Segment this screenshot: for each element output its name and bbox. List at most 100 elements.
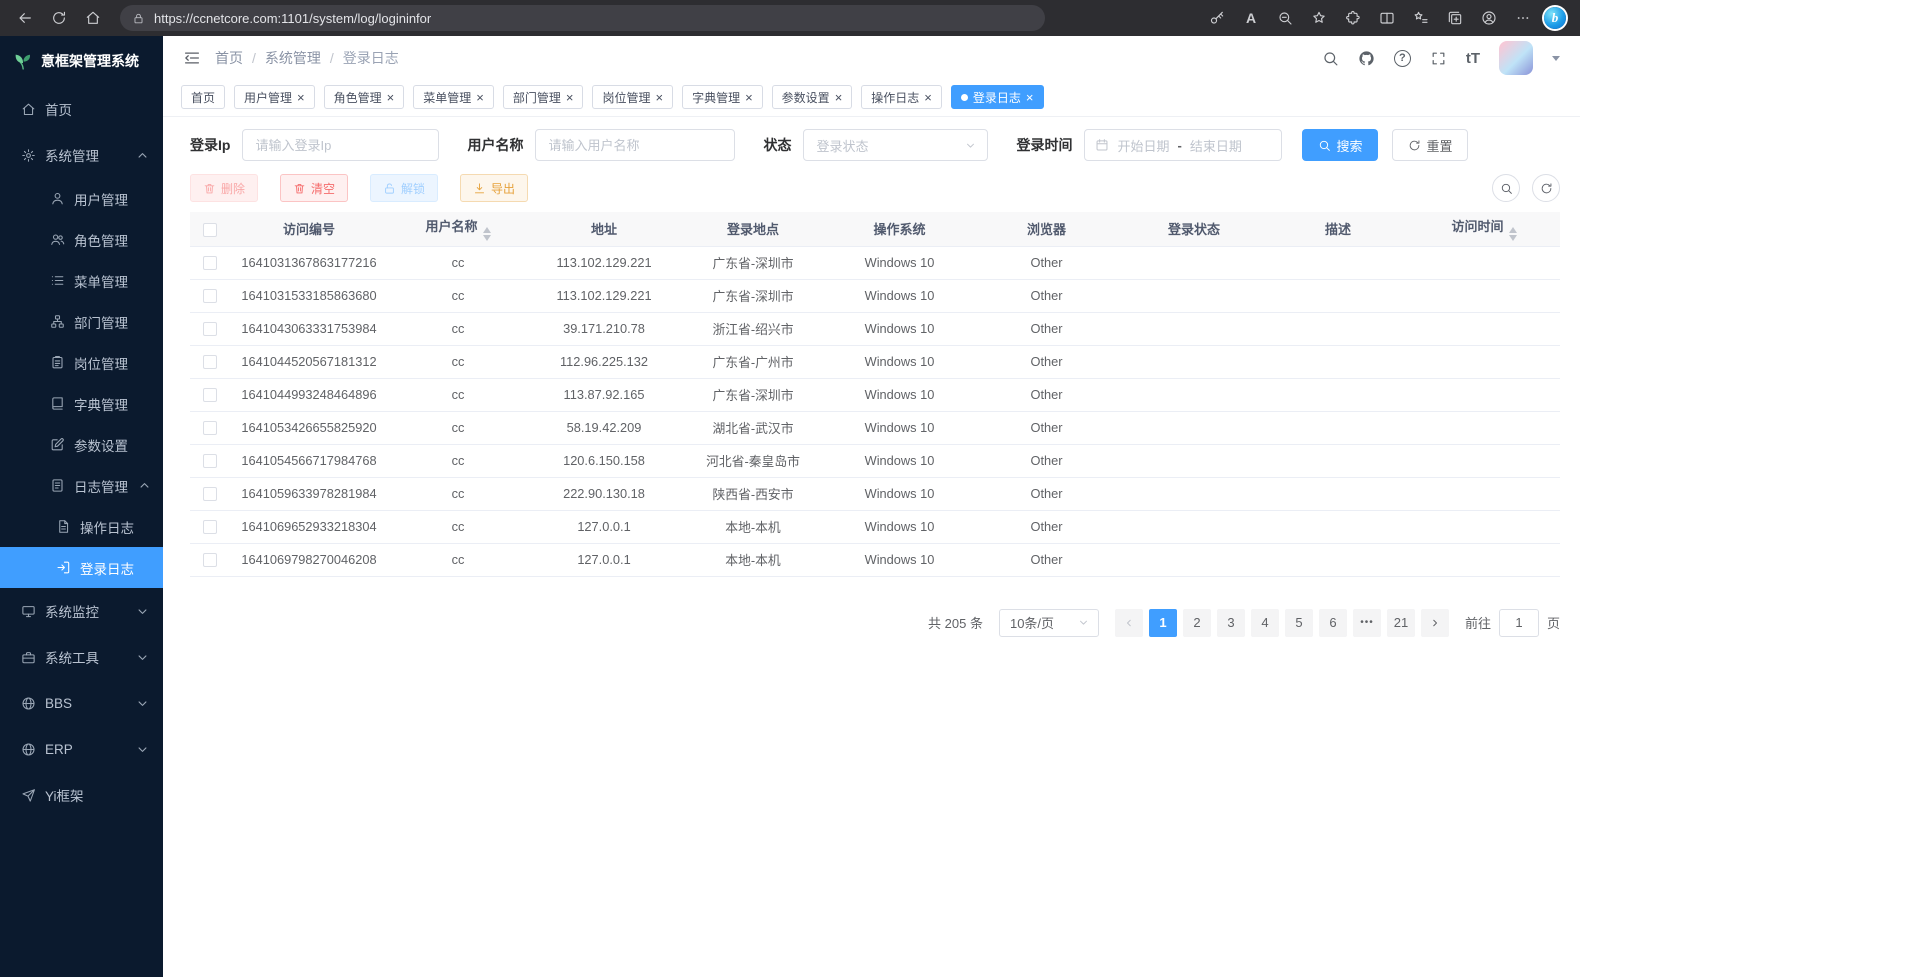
page-3-button[interactable]: 3 [1217, 609, 1245, 637]
row-checkbox[interactable] [203, 256, 217, 270]
sidebar-item-7[interactable]: 字典管理 [0, 383, 163, 424]
sidebar-item-12[interactable]: 系统监控 [0, 588, 163, 634]
close-tab-icon[interactable]: × [297, 91, 305, 104]
row-checkbox[interactable] [203, 553, 217, 567]
column-header-9[interactable]: 访问时间 [1408, 212, 1560, 246]
read-aloud-icon[interactable]: A [1234, 3, 1268, 33]
bing-icon[interactable]: b [1544, 7, 1566, 29]
split-screen-icon[interactable] [1370, 3, 1404, 33]
tab-操作日志[interactable]: 操作日志× [861, 85, 942, 109]
fullscreen-icon[interactable] [1430, 50, 1447, 67]
header-search-icon[interactable] [1322, 50, 1339, 67]
tab-菜单管理[interactable]: 菜单管理× [413, 85, 494, 109]
row-checkbox[interactable] [203, 322, 217, 336]
password-manager-icon[interactable] [1200, 3, 1234, 33]
reset-button[interactable]: 重置 [1392, 129, 1468, 161]
sidebar-item-16[interactable]: Yi框架 [0, 772, 163, 818]
select-all-checkbox[interactable] [203, 223, 217, 237]
sidebar-item-15[interactable]: ERP [0, 726, 163, 772]
close-tab-icon[interactable]: × [924, 91, 932, 104]
toggle-search-button[interactable] [1492, 174, 1520, 202]
browser-menu-icon[interactable] [1506, 3, 1540, 33]
browser-back-button[interactable] [8, 3, 42, 33]
status-select[interactable]: 登录状态 [803, 129, 988, 161]
close-tab-icon[interactable]: × [745, 91, 753, 104]
page-1-button[interactable]: 1 [1149, 609, 1177, 637]
page-size-select[interactable]: 10条/页 [999, 609, 1099, 637]
column-header-2[interactable]: 用户名称 [388, 212, 528, 246]
add-favorite-icon[interactable] [1302, 3, 1336, 33]
sidebar-item-13[interactable]: 系统工具 [0, 634, 163, 680]
close-tab-icon[interactable]: × [1026, 91, 1034, 104]
user-menu-caret-icon[interactable] [1552, 56, 1560, 61]
tab-角色管理[interactable]: 角色管理× [324, 85, 405, 109]
favorites-icon[interactable] [1404, 3, 1438, 33]
github-icon[interactable] [1358, 50, 1375, 67]
tab-登录日志[interactable]: 登录日志× [951, 85, 1044, 109]
app-logo[interactable]: 意框架管理系统 [0, 36, 163, 86]
sidebar-item-14[interactable]: BBS [0, 680, 163, 726]
page-5-button[interactable]: 5 [1285, 609, 1313, 637]
sort-icon[interactable] [483, 227, 491, 241]
more-pages-button[interactable]: ••• [1353, 609, 1381, 637]
font-size-icon[interactable]: tT [1466, 50, 1480, 67]
table-refresh-button[interactable] [1532, 174, 1560, 202]
sidebar-item-0[interactable]: 首页 [0, 86, 163, 132]
row-checkbox[interactable] [203, 520, 217, 534]
sidebar-item-1[interactable]: 系统管理 [0, 132, 163, 178]
tab-部门管理[interactable]: 部门管理× [503, 85, 584, 109]
close-tab-icon[interactable]: × [387, 91, 395, 104]
tab-字典管理[interactable]: 字典管理× [682, 85, 763, 109]
page-4-button[interactable]: 4 [1251, 609, 1279, 637]
unlock-button[interactable]: 解锁 [370, 174, 438, 202]
sidebar-item-3[interactable]: 角色管理 [0, 219, 163, 260]
extensions-icon[interactable] [1336, 3, 1370, 33]
page-21-button[interactable]: 21 [1387, 609, 1415, 637]
breadcrumb-item[interactable]: 系统管理 [265, 48, 321, 68]
sidebar-item-11[interactable]: 登录日志 [0, 547, 163, 588]
sidebar-item-9[interactable]: 日志管理 [0, 465, 163, 506]
tab-首页[interactable]: 首页 [181, 85, 225, 109]
close-tab-icon[interactable]: × [476, 91, 484, 104]
close-tab-icon[interactable]: × [566, 91, 574, 104]
search-button[interactable]: 搜索 [1302, 129, 1378, 161]
tab-用户管理[interactable]: 用户管理× [234, 85, 315, 109]
zoom-icon[interactable] [1268, 3, 1302, 33]
row-checkbox[interactable] [203, 388, 217, 402]
browser-home-button[interactable] [76, 3, 110, 33]
sidebar-item-10[interactable]: 操作日志 [0, 506, 163, 547]
address-bar[interactable]: https://ccnetcore.com:1101/system/log/lo… [120, 5, 1045, 31]
browser-profile-icon[interactable] [1472, 3, 1506, 33]
page-6-button[interactable]: 6 [1319, 609, 1347, 637]
login-ip-input[interactable] [242, 129, 439, 161]
clear-button[interactable]: 清空 [280, 174, 348, 202]
sidebar-item-2[interactable]: 用户管理 [0, 178, 163, 219]
collections-icon[interactable] [1438, 3, 1472, 33]
browser-refresh-button[interactable] [42, 3, 76, 33]
user-avatar[interactable] [1499, 41, 1533, 75]
breadcrumb-item[interactable]: 登录日志 [343, 48, 399, 68]
delete-button[interactable]: 删除 [190, 174, 258, 202]
sidebar-item-5[interactable]: 部门管理 [0, 301, 163, 342]
row-checkbox[interactable] [203, 421, 217, 435]
date-range-picker[interactable]: 开始日期 - 结束日期 [1084, 129, 1282, 161]
tab-参数设置[interactable]: 参数设置× [772, 85, 853, 109]
row-checkbox[interactable] [203, 454, 217, 468]
username-input[interactable] [535, 129, 735, 161]
sidebar-item-4[interactable]: 菜单管理 [0, 260, 163, 301]
sidebar-item-6[interactable]: 岗位管理 [0, 342, 163, 383]
site-security-icon[interactable] [132, 12, 145, 25]
page-2-button[interactable]: 2 [1183, 609, 1211, 637]
sort-icon[interactable] [1509, 227, 1517, 241]
close-tab-icon[interactable]: × [835, 91, 843, 104]
next-page-button[interactable] [1421, 609, 1449, 637]
tab-岗位管理[interactable]: 岗位管理× [592, 85, 673, 109]
sidebar-item-8[interactable]: 参数设置 [0, 424, 163, 465]
row-checkbox[interactable] [203, 487, 217, 501]
prev-page-button[interactable] [1115, 609, 1143, 637]
row-checkbox[interactable] [203, 355, 217, 369]
help-icon[interactable]: ? [1394, 50, 1411, 67]
collapse-sidebar-icon[interactable] [183, 49, 201, 67]
breadcrumb-item[interactable]: 首页 [215, 48, 243, 68]
goto-page-input[interactable] [1499, 609, 1539, 637]
